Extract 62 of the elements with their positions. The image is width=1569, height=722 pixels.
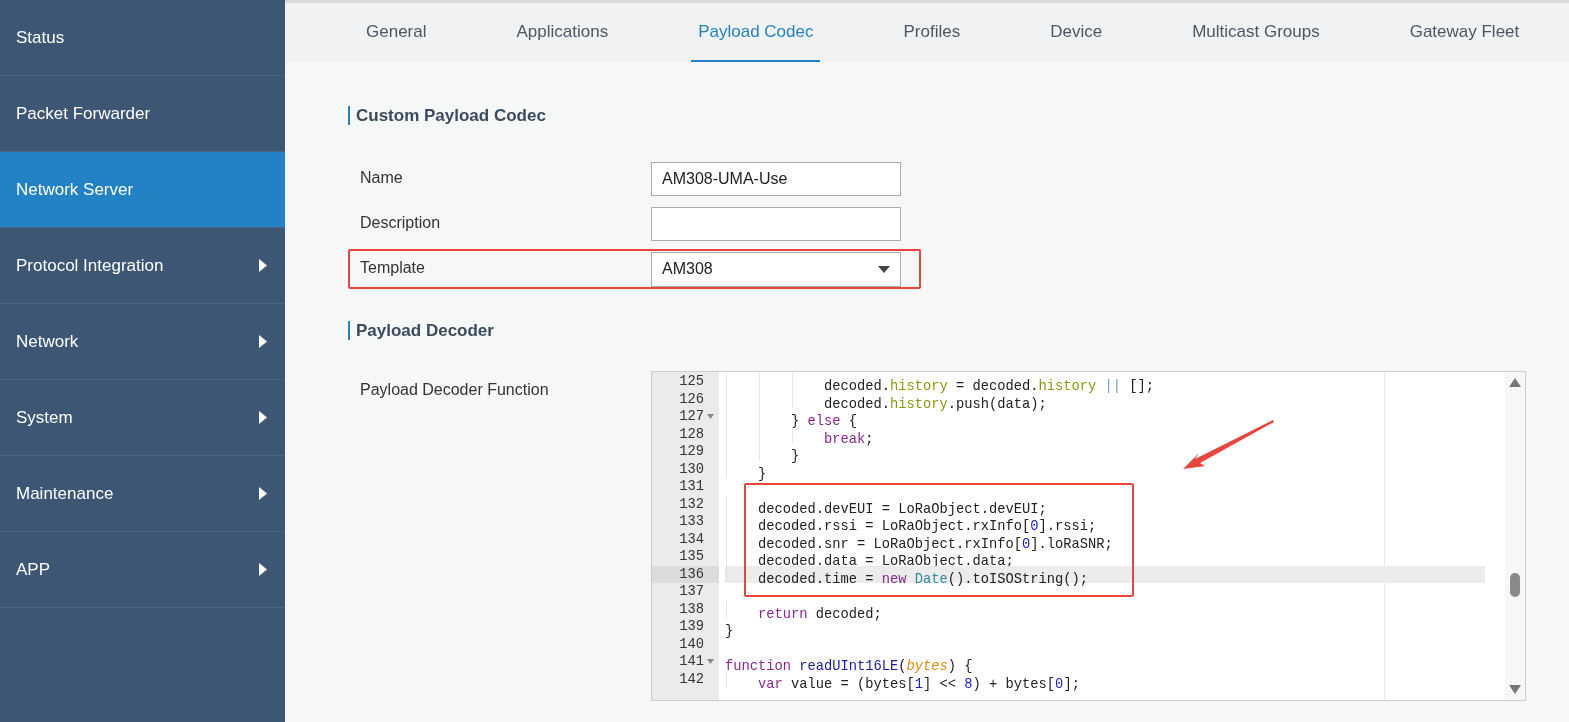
dropdown-caret-icon	[878, 265, 890, 273]
code-line: }	[725, 624, 734, 639]
field-label: Template	[359, 257, 426, 278]
line-number: 139	[678, 618, 704, 636]
line-number: 127	[678, 408, 704, 426]
line-number: 134	[678, 530, 704, 548]
fold-arrow-icon[interactable]	[707, 414, 714, 420]
tab[interactable]: Applications	[509, 3, 616, 62]
field-label: Description	[359, 212, 442, 233]
tab[interactable]: Payload Codec	[691, 3, 821, 62]
field-label: Payload Decoder Function	[359, 380, 550, 400]
line-number: 132	[678, 495, 704, 513]
section-title: Payload Decoder	[356, 319, 494, 342]
code-line: decoded.history = decoded.history || [];	[823, 379, 1155, 394]
line-number: 125	[678, 373, 704, 391]
line-number: 130	[678, 460, 704, 478]
line-number: 135	[678, 548, 704, 566]
sidebar-item[interactable]: Network	[0, 304, 285, 380]
code-line: decoded.history.push(data);	[823, 396, 1047, 412]
fold-arrow-icon[interactable]	[707, 659, 714, 665]
line-number: 126	[678, 390, 704, 408]
tab[interactable]: Multicast Groups	[1185, 3, 1327, 62]
code-editor[interactable]	[651, 371, 1526, 701]
code-line: } else {	[790, 414, 858, 429]
scroll-up-icon[interactable]	[1509, 378, 1521, 387]
code-line: function readUInt16LE(bytes) {	[725, 659, 973, 674]
tab[interactable]: Device	[1043, 3, 1110, 62]
scrollbar-thumb[interactable]	[1510, 573, 1520, 597]
line-number: 138	[678, 600, 704, 618]
sidebar-item[interactable]: Protocol Integration	[0, 228, 285, 304]
code-line: decoded.data = LoRaObject.data;	[757, 554, 1014, 569]
code-line: }	[757, 466, 767, 482]
section-title: Custom Payload Codec	[356, 105, 546, 127]
line-number: 131	[678, 478, 704, 496]
tab[interactable]: Profiles	[896, 3, 968, 62]
code-line: decoded.time = new Date().toISOString();	[757, 571, 1089, 587]
code-line: decoded.rssi = LoRaObject.rxInfo[0].rssi;	[757, 519, 1097, 534]
code-line: decoded.devEUI = LoRaObject.devEUI;	[757, 501, 1047, 517]
line-number: 140	[678, 635, 704, 653]
sidebar-item[interactable]: Network Server	[0, 152, 285, 228]
text-field[interactable]: AM308-UMA-Use	[651, 162, 901, 196]
sidebar-item[interactable]: Maintenance	[0, 456, 285, 532]
scroll-down-icon[interactable]	[1509, 685, 1521, 694]
code-line: }	[790, 449, 800, 464]
tab[interactable]: General	[359, 3, 434, 62]
template-select[interactable]: AM308	[651, 251, 901, 287]
code-line: decoded.snr = LoRaObject.rxInfo[0].loRaSNR;	[757, 536, 1113, 552]
code-line: return decoded;	[757, 606, 882, 622]
code-line: break;	[823, 431, 874, 447]
sidebar-item[interactable]: System	[0, 380, 285, 456]
line-number: 136	[678, 565, 704, 583]
code-line: var value = (bytes[1] << 8) + bytes[0];	[757, 676, 1080, 692]
tab[interactable]: Gateway Fleet	[1402, 3, 1527, 62]
field-label: Name	[359, 167, 404, 188]
sidebar-item[interactable]: APP	[0, 532, 285, 608]
line-number: 129	[678, 443, 704, 461]
line-number: 128	[678, 425, 704, 443]
line-number: 133	[678, 513, 704, 531]
line-number: 137	[678, 583, 704, 601]
text-field[interactable]	[651, 207, 901, 241]
line-number: 141	[678, 653, 704, 671]
line-number: 142	[678, 670, 704, 688]
